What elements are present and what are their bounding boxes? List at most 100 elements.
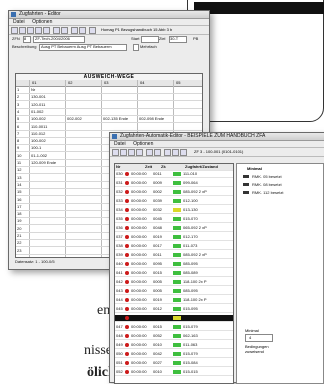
red-status-ball-icon: [125, 244, 129, 248]
table-row[interactable]: 046 00:00:00: [115, 315, 233, 322]
row-number: 042: [116, 279, 123, 284]
row-number: 16: [17, 196, 22, 202]
time-cell: 00:00:00: [131, 180, 147, 185]
row-number: 034: [116, 207, 123, 212]
table-row[interactable]: 049 00:00:00 0010 011-063: [115, 342, 233, 349]
route-cell: 085-089: [183, 270, 198, 275]
route-cell: 015-084: [183, 360, 198, 365]
table-row[interactable]: 039 00:00:00 0011 085-092 2 xP: [115, 252, 233, 259]
start-field[interactable]: [141, 36, 159, 43]
record-navigator[interactable]: Datensatz: 1 - 100-0/5: [15, 259, 55, 264]
table-row[interactable]: 033 00:00:00 0039 012-100: [115, 198, 233, 205]
condition-note: Bedingungen zuweisend: [245, 344, 269, 354]
table-cell: Nr: [31, 87, 36, 92]
table-row[interactable]: 4 01-002: [16, 109, 202, 116]
table-row[interactable]: 1 Nr: [16, 87, 202, 94]
code-cell: 0011: [153, 252, 162, 257]
red-status-ball-icon: [125, 199, 129, 203]
mehrfach-checkbox[interactable]: [133, 44, 139, 51]
row-number: 5: [17, 116, 20, 122]
open-icon[interactable]: [19, 27, 26, 34]
app-icon: [112, 134, 117, 139]
print-icon[interactable]: [128, 149, 135, 156]
open-icon[interactable]: [120, 149, 127, 156]
table-row[interactable]: 030 00:00:00 0011 111-010: [115, 171, 233, 178]
row-number: 041: [116, 270, 123, 275]
filter-icon[interactable]: [180, 149, 187, 156]
code-cell: 0010: [153, 369, 162, 374]
row-number: 18: [17, 211, 22, 217]
save-icon[interactable]: [164, 149, 171, 156]
save-icon[interactable]: [27, 27, 34, 34]
first-record-icon[interactable]: [146, 149, 153, 156]
table-row[interactable]: 036 00:00:00 0048 065-092 2 xP: [115, 225, 233, 232]
table-cell: 002-135 Ende: [103, 116, 129, 122]
copy-icon[interactable]: [172, 149, 179, 156]
paste-icon[interactable]: [79, 27, 86, 34]
table-row[interactable]: 048 00:00:00 0052 062-163: [115, 333, 233, 340]
header-field: Homag P1 Bezugshandbuch 15 Abb 3 b: [101, 27, 173, 32]
undo-icon[interactable]: [53, 27, 60, 34]
delete-icon[interactable]: [43, 27, 50, 34]
code-cell: 0019: [153, 297, 162, 302]
toolbar: Homag P1 Bezugshandbuch 15 Abb 3 b: [9, 25, 209, 35]
table-row[interactable]: 050 00:00:00 0042 015-079: [115, 351, 233, 358]
redo-icon[interactable]: [61, 27, 68, 34]
table-row[interactable]: 5 100-002 002-002 002-135 Ende 002-098 Ende: [16, 116, 202, 124]
zfn-value: 8: [24, 36, 27, 41]
route-cell: 118-100 2x P: [183, 279, 207, 284]
table-row[interactable]: 034 00:00:00 0032 013-130: [115, 207, 233, 214]
time-cell: 00:00:00: [131, 315, 147, 320]
status-bar-icon: [173, 199, 181, 203]
row-number: 11: [17, 160, 22, 165]
time-cell: 00:00:00: [131, 306, 147, 311]
row-number: 050: [116, 351, 123, 356]
row-number: 040: [116, 261, 123, 266]
table-row[interactable]: 051 00:00:00 0027 015-084: [115, 360, 233, 367]
ziel-label: Ziel: [159, 36, 166, 41]
help-icon[interactable]: [89, 27, 96, 34]
new-icon[interactable]: [112, 149, 119, 156]
copy-icon[interactable]: [71, 27, 78, 34]
table-row[interactable]: 031 00:00:00 0009 099-064: [115, 180, 233, 187]
zfn-label: ZFN: [12, 36, 20, 41]
delete-icon[interactable]: [136, 149, 143, 156]
new-icon[interactable]: [11, 27, 18, 34]
table-row[interactable]: 035 00:00:00 0045 015-070: [115, 216, 233, 223]
table-row[interactable]: 052 00:00:00 0010 015-015: [115, 369, 233, 376]
table-row[interactable]: 2 130-001: [16, 94, 202, 102]
table-row[interactable]: 040 00:00:00 0095 085-095: [115, 261, 233, 268]
row-number: 038: [116, 243, 123, 248]
table-cell: 01-1-002: [31, 152, 48, 158]
print-icon[interactable]: [35, 27, 42, 34]
row-number: 6: [17, 123, 20, 129]
table-row[interactable]: 047 00:00:00 0015 015-079: [115, 324, 233, 331]
table-row[interactable]: 045 00:00:00 0012 015-095: [115, 306, 233, 313]
last-record-icon[interactable]: [154, 149, 161, 156]
table-row[interactable]: 041 00:00:00 0015 085-089: [115, 270, 233, 277]
table-row[interactable]: 037 00:00:00 0019 012-170: [115, 234, 233, 241]
table-row[interactable]: 6 110-0011: [16, 124, 202, 131]
red-status-ball-icon: [125, 361, 129, 365]
table-row[interactable]: 032 00:00:00 0002 085-092 2 xP: [115, 189, 233, 196]
row-number: 8: [17, 138, 20, 144]
time-cell: 00:00:00: [131, 297, 147, 302]
column-header: 03: [104, 80, 109, 85]
red-status-ball-icon: [125, 280, 129, 284]
route-cell: 099-064: [183, 180, 198, 185]
row-number: 049: [116, 342, 123, 347]
status-bar-icon: [173, 325, 181, 329]
zfn-row: ZFN 8 ZF-Tech-2004/2006 Start Ziel 30-T …: [9, 35, 209, 43]
table-row[interactable]: 043 00:00:00 0005 085-095: [115, 288, 233, 295]
red-status-ball-icon: [125, 226, 129, 230]
table-row[interactable]: 042 00:00:00 0005 118-100 2x P: [115, 279, 233, 286]
table-cell: 100-002: [31, 116, 46, 122]
table-row[interactable]: 044 00:00:00 0019 118-100 2x P: [115, 297, 233, 304]
time-cell: 00:00:00: [131, 369, 147, 374]
description-value: Ausg PT Bebauerm Ausg PT Bebauerm: [41, 44, 112, 49]
code-cell: 0027: [153, 360, 162, 365]
code-cell: 0009: [153, 180, 162, 185]
table-row[interactable]: 3 120-011: [16, 102, 202, 109]
table-row[interactable]: 038 00:00:00 0017 011-073: [115, 243, 233, 250]
time-cell: 00:00:00: [131, 288, 147, 293]
